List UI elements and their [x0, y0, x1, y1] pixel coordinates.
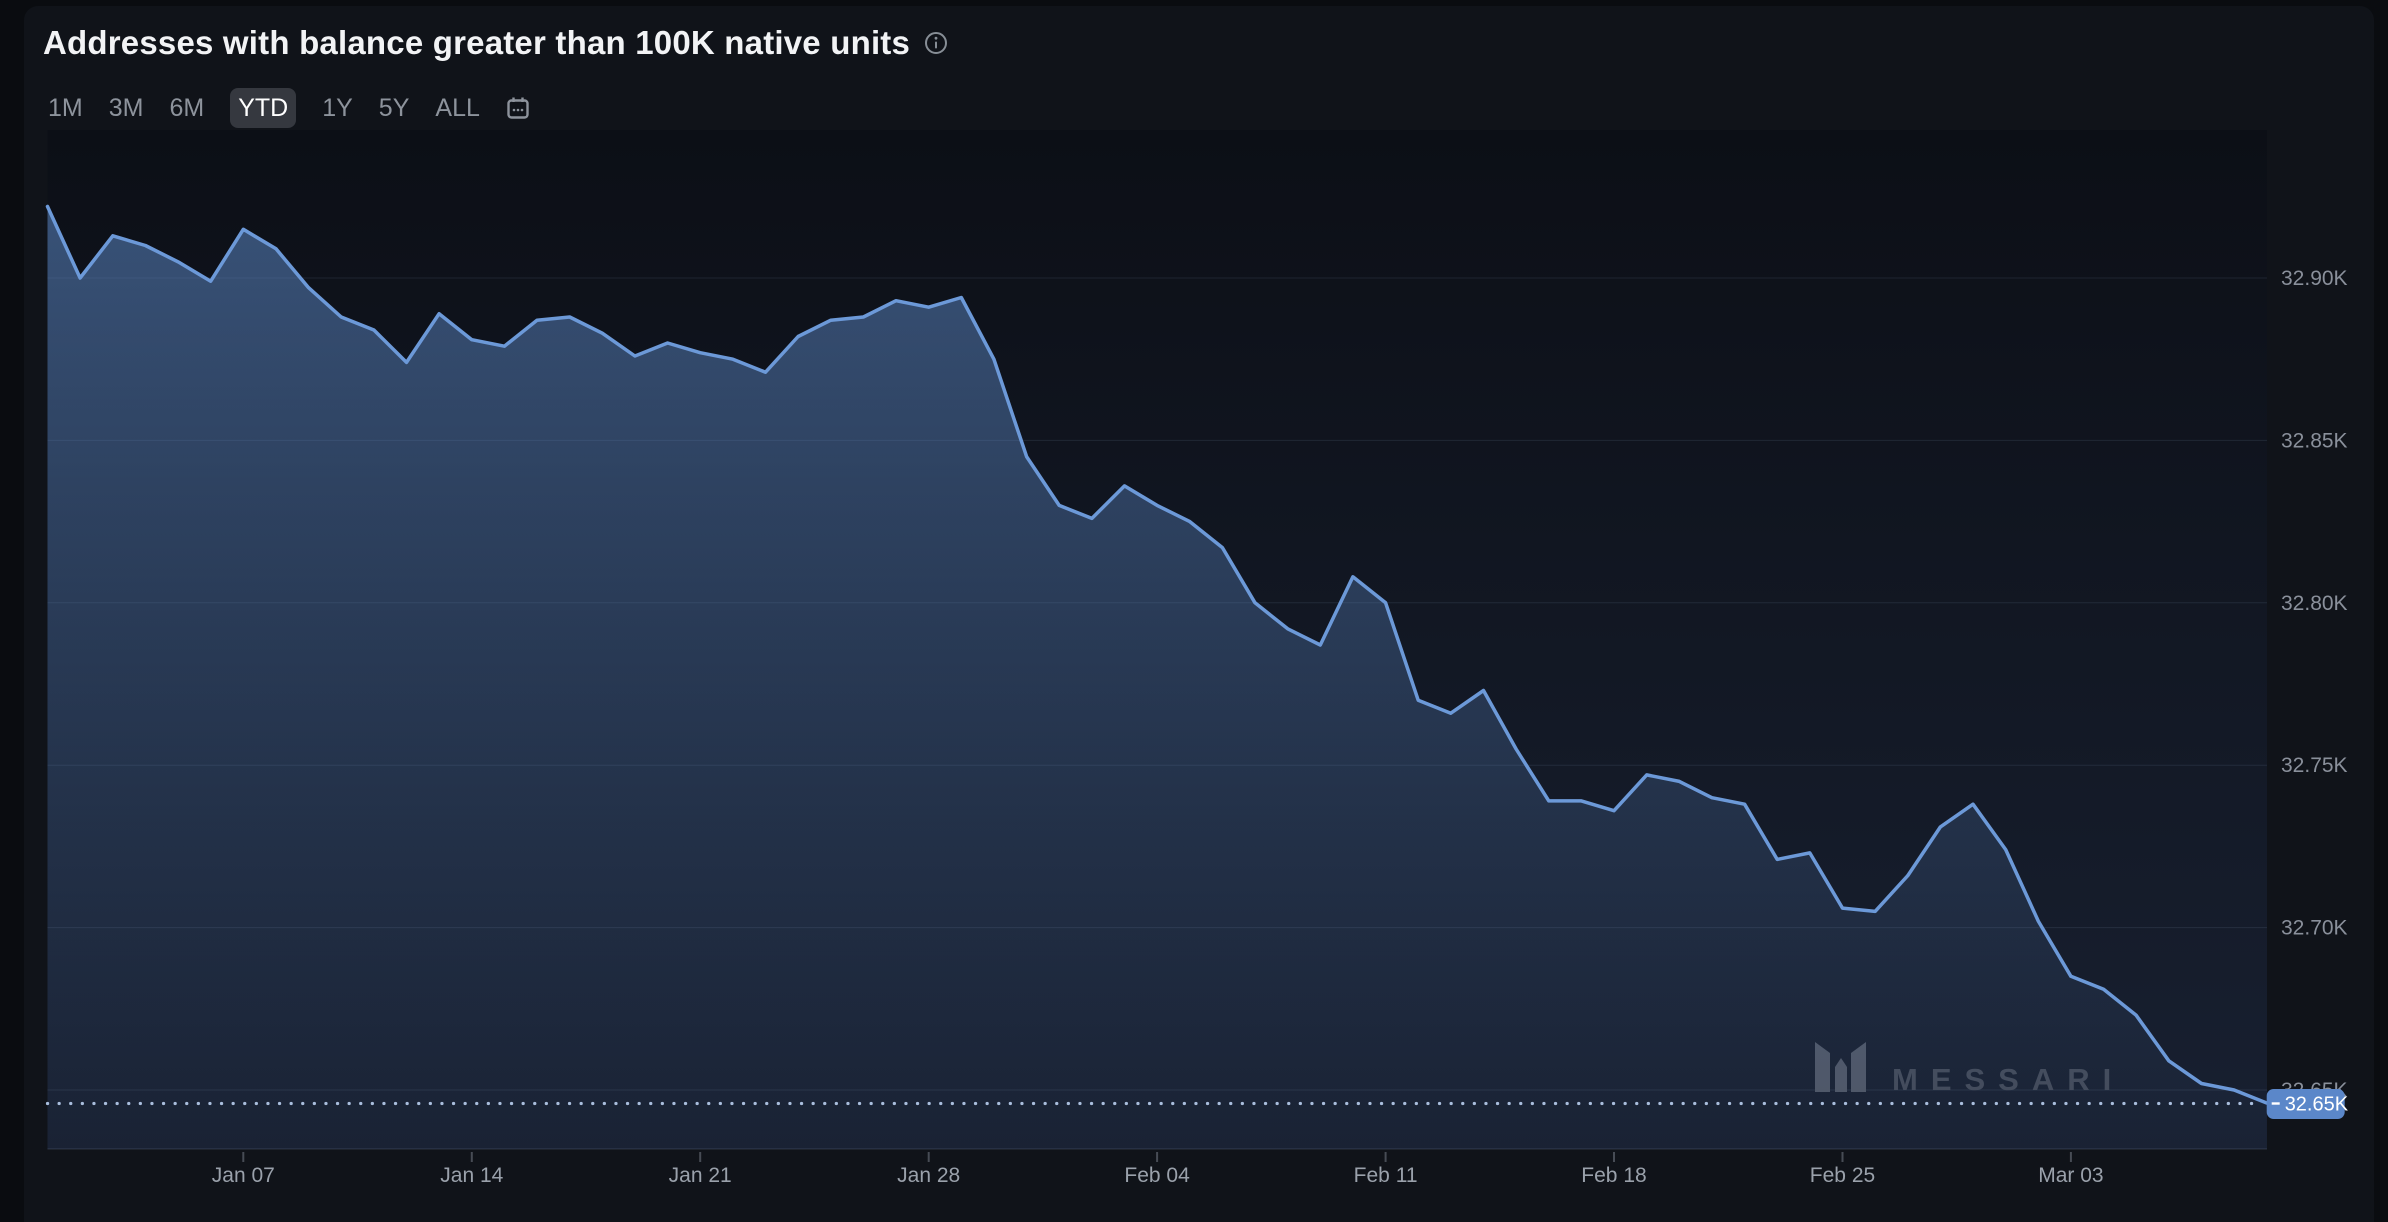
range-button-3m[interactable]: 3M [109, 88, 144, 128]
range-button-1y[interactable]: 1Y [322, 88, 353, 128]
info-icon[interactable] [924, 31, 948, 55]
page: MESSARI32.90K32.85K32.80K32.75K32.70K32.… [0, 0, 2388, 1222]
plot-area [48, 130, 2268, 1149]
chart-header: Addresses with balance greater than 100K… [43, 24, 948, 62]
range-button-5y[interactable]: 5Y [379, 88, 410, 128]
range-button-6m[interactable]: 6M [169, 88, 204, 128]
range-selector: 1M 3M 6M YTD 1Y 5Y ALL [48, 88, 530, 128]
page-title: Addresses with balance greater than 100K… [43, 24, 910, 62]
chart-plot[interactable]: MESSARI32.90K32.85K32.80K32.75K32.70K32.… [0, 0, 2388, 1222]
range-button-ytd[interactable]: YTD [230, 88, 296, 128]
range-button-1m[interactable]: 1M [48, 88, 83, 128]
calendar-icon[interactable] [506, 95, 530, 121]
range-button-all[interactable]: ALL [435, 88, 479, 128]
